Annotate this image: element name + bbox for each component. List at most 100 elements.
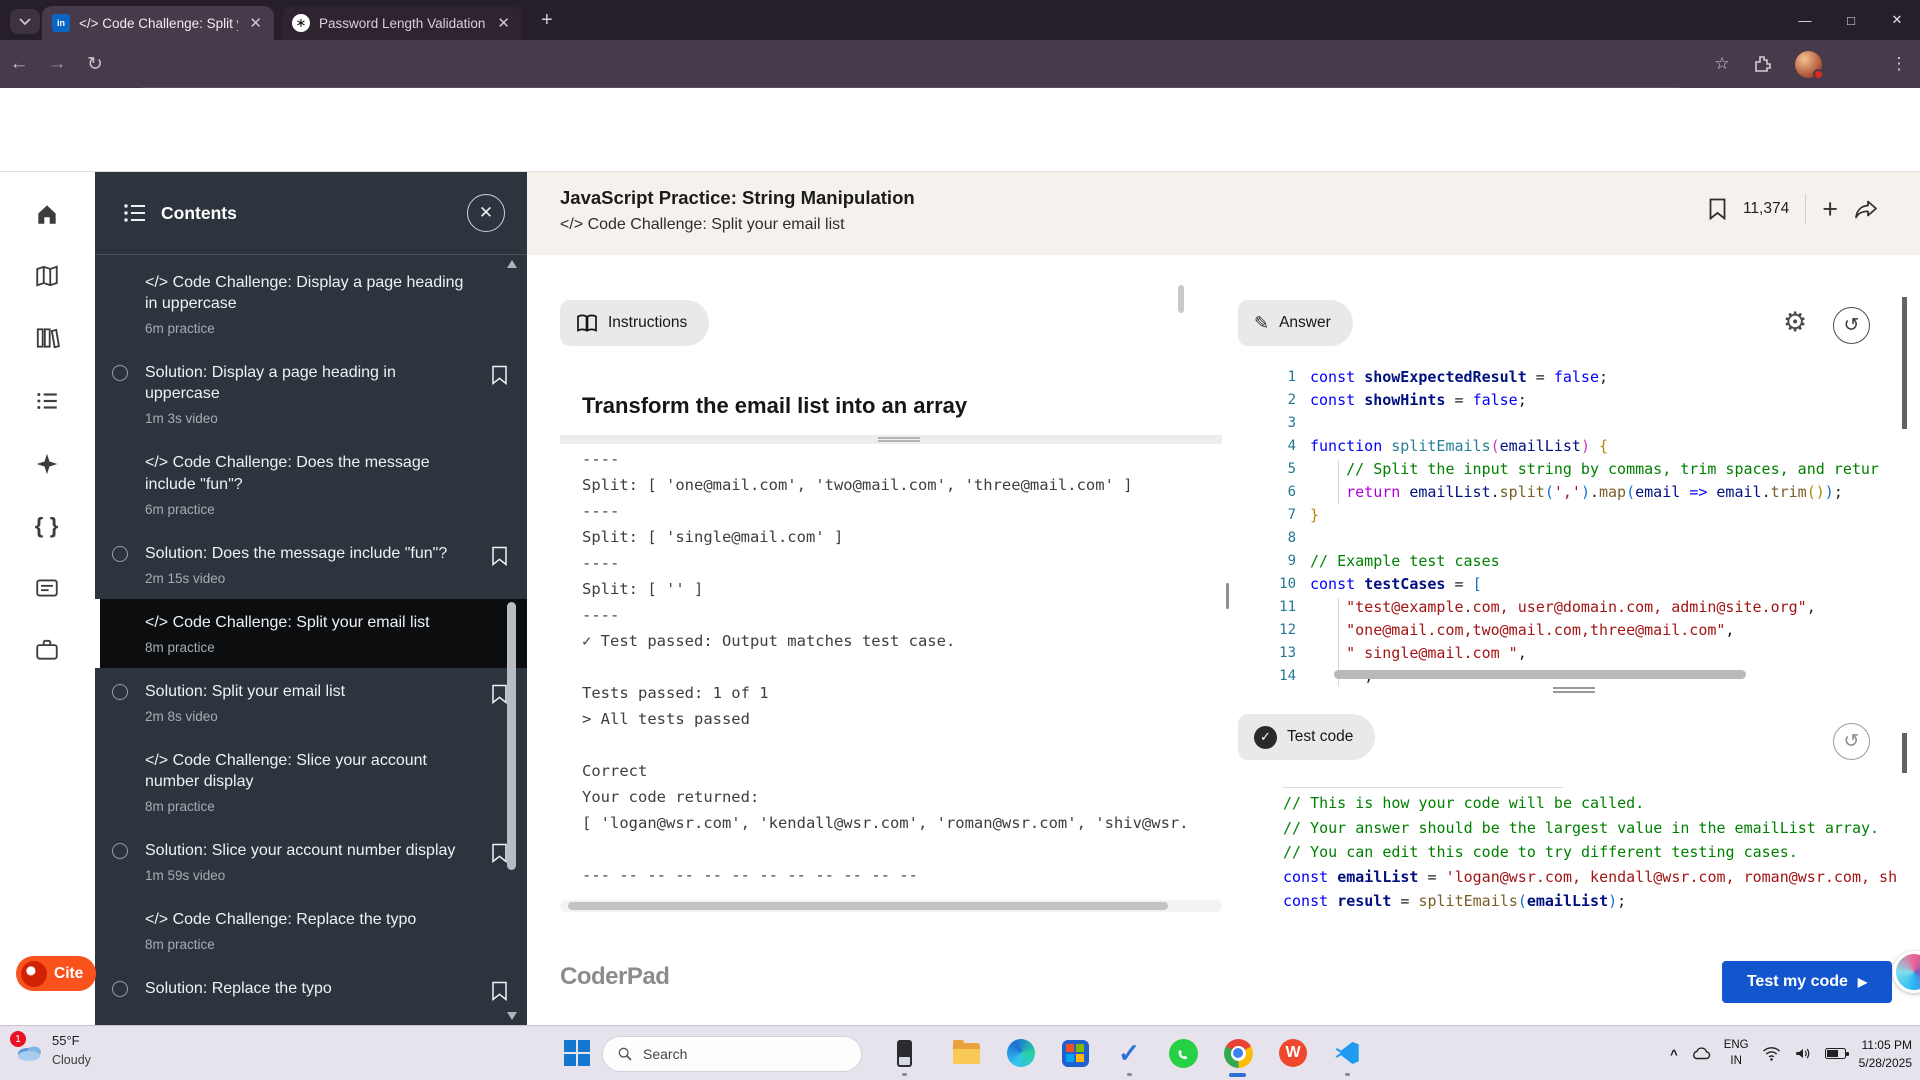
test-my-code-button[interactable]: Test my code ▶ [1722, 961, 1892, 1003]
code-line[interactable]: 4 function splitEmails(emailList) { [1244, 434, 1896, 457]
code-line[interactable]: // Your answer should be the largest val… [1283, 816, 1900, 841]
code-line[interactable]: 13 " single@mail.com ", [1244, 641, 1896, 664]
window-minimize-icon[interactable]: — [1782, 0, 1828, 40]
drag-handle-icon[interactable] [878, 437, 920, 442]
forward-icon[interactable]: → [38, 53, 76, 75]
editor-settings-gear-icon[interactable]: ⚙ [1783, 307, 1807, 338]
taskbar-search[interactable]: Search [602, 1036, 862, 1072]
console-hscrollbar[interactable] [560, 900, 1222, 912]
briefcase-icon[interactable] [31, 634, 63, 666]
code-line[interactable]: 10 const testCases = [ [1244, 572, 1896, 595]
vertical-resize-handle[interactable] [1226, 583, 1229, 609]
console-vscrollbar[interactable] [1178, 285, 1184, 313]
sidebar-item[interactable]: Solution: Replace the typo [95, 965, 527, 1014]
sidebar-item[interactable]: Solution: Does the message include "fun"… [95, 530, 527, 599]
bookmark-star-icon[interactable]: ☆ [1704, 40, 1740, 88]
sidebar-item[interactable]: </> Code Challenge: Split your email lis… [95, 598, 527, 668]
scroll-down-icon[interactable] [507, 1012, 517, 1020]
browser-profile-avatar[interactable] [1788, 40, 1828, 88]
code-line[interactable]: 11 "test@example.com, user@domain.com, a… [1244, 595, 1896, 618]
taskbar-edge-icon[interactable] [1005, 1037, 1037, 1069]
wifi-icon[interactable] [1762, 1046, 1781, 1061]
sidebar-item[interactable]: Solution: Slice your account number disp… [95, 827, 527, 896]
list-icon[interactable] [31, 385, 63, 417]
tab-close-icon[interactable]: ✕ [495, 14, 512, 32]
scrollbar-thumb[interactable] [507, 602, 516, 870]
taskbar-vscode-icon[interactable] [1331, 1037, 1363, 1069]
code-line[interactable]: 8 [1244, 526, 1896, 549]
browser-tab-active[interactable]: in </> Code Challenge: Split your ✕ [42, 6, 274, 40]
sidebar-item[interactable]: </> Code Challenge: Slice your account n… [95, 737, 527, 827]
sidebar-item[interactable]: </> Code Challenge: Does the message inc… [95, 439, 527, 529]
sidebar-item[interactable]: Solution: Display a page heading in uppe… [95, 349, 527, 439]
code-line[interactable]: 12 "one@mail.com,two@mail.com,three@mail… [1244, 618, 1896, 641]
answer-code-editor[interactable]: 1 const showExpectedResult = false; 2 const… [1244, 365, 1896, 697]
tab-close-icon[interactable]: ✕ [247, 14, 264, 32]
battery-icon[interactable] [1824, 1048, 1849, 1059]
add-button[interactable]: + [1822, 196, 1838, 223]
back-icon[interactable]: ← [0, 53, 38, 75]
home-icon[interactable] [31, 198, 63, 230]
share-icon[interactable] [1854, 199, 1878, 220]
sidebar-item[interactable]: Solution: Split your email list 2m 8s vid… [95, 668, 527, 737]
reset-code-icon[interactable]: ↺ [1833, 307, 1870, 344]
code-braces-icon[interactable]: { } [31, 510, 63, 542]
code-line[interactable]: const emailList = 'logan@wsr.com, kendal… [1283, 865, 1900, 890]
windows-start-icon[interactable] [563, 1039, 591, 1067]
code-line[interactable]: const result = splitEmails(emailList); [1283, 889, 1900, 914]
reload-icon[interactable]: ↻ [76, 53, 114, 76]
taskbar-whatsapp-icon[interactable] [1167, 1037, 1199, 1069]
sidebar-scrollbar[interactable] [506, 258, 518, 1022]
editor-vscrollbar[interactable] [1902, 297, 1907, 429]
reset-test-code-icon[interactable]: ↺ [1833, 723, 1870, 760]
code-line[interactable]: 2 const showHints = false; [1244, 388, 1896, 411]
code-line[interactable]: 9// Example test cases [1244, 549, 1896, 572]
code-line[interactable]: 7} [1244, 503, 1896, 526]
tab-instructions[interactable]: Instructions [560, 300, 710, 346]
taskbar-chrome-icon[interactable] [1222, 1037, 1254, 1069]
sidebar-item[interactable]: </> Code Challenge: Display a page headi… [95, 259, 527, 349]
taskbar-w-office-icon[interactable]: W [1277, 1037, 1309, 1069]
onedrive-cloud-icon[interactable] [1691, 1046, 1711, 1061]
test-code-editor[interactable]: // This is how your code will be called.… [1283, 791, 1900, 915]
volume-icon[interactable] [1794, 1046, 1812, 1061]
panel-resize-divider[interactable] [560, 435, 1222, 444]
browser-menu-icon[interactable]: ⋮ [1884, 40, 1914, 88]
tab-search-icon[interactable] [10, 9, 40, 34]
map-icon[interactable] [31, 260, 63, 292]
new-tab-icon[interactable]: + [541, 10, 553, 30]
openai-favicon-icon: ∗ [292, 14, 310, 32]
tab-answer[interactable]: ✎ Answer [1238, 300, 1353, 346]
scroll-up-icon[interactable] [507, 260, 517, 268]
window-close-icon[interactable]: ✕ [1874, 0, 1920, 40]
taskbar-microsoft-store-icon[interactable] [1059, 1037, 1091, 1069]
extension-pinwheel-icon[interactable] [1893, 951, 1920, 993]
browser-tab-inactive[interactable]: ∗ Password Length Validation ✕ [282, 6, 522, 40]
sparkle-icon[interactable] [31, 448, 63, 480]
editor-hscrollbar[interactable] [1334, 670, 1746, 679]
editor-vscrollbar[interactable] [1902, 733, 1907, 773]
code-line[interactable]: 3 [1244, 411, 1896, 434]
code-line[interactable]: 6 return emailList.split(',').map(email … [1244, 480, 1896, 503]
taskbar-phone-link-icon[interactable] [888, 1037, 920, 1069]
close-icon[interactable]: ✕ [467, 194, 505, 232]
code-line[interactable]: // You can edit this code to try differe… [1283, 840, 1900, 865]
clock[interactable]: 11:05 PM 5/28/2025 [1859, 1036, 1912, 1072]
code-line[interactable]: 5 // Split the input string by commas, t… [1244, 457, 1896, 480]
scrollbar-thumb[interactable] [568, 902, 1168, 910]
cite-button[interactable]: Cite [16, 956, 96, 991]
extensions-icon[interactable] [1744, 40, 1780, 88]
tab-test-code[interactable]: ✓ Test code [1238, 714, 1376, 760]
taskbar-file-explorer-icon[interactable] [950, 1037, 982, 1069]
weather-widget[interactable]: 1 55°F Cloudy [10, 1031, 91, 1069]
window-maximize-icon[interactable]: □ [1828, 0, 1874, 40]
language-indicator[interactable]: ENG IN [1724, 1038, 1749, 1069]
code-line[interactable]: // This is how your code will be called. [1283, 791, 1900, 816]
sidebar-item[interactable]: </> Code Challenge: Replace the typo 8m p… [95, 896, 527, 965]
bookmark-icon[interactable] [1708, 198, 1727, 220]
taskbar-todo-icon[interactable]: ✓ [1113, 1037, 1145, 1069]
tray-expand-icon[interactable]: ^ [1670, 1047, 1678, 1062]
library-icon[interactable] [31, 322, 63, 354]
certificate-card-icon[interactable] [31, 572, 63, 604]
code-line[interactable]: 1 const showExpectedResult = false; [1244, 365, 1896, 388]
